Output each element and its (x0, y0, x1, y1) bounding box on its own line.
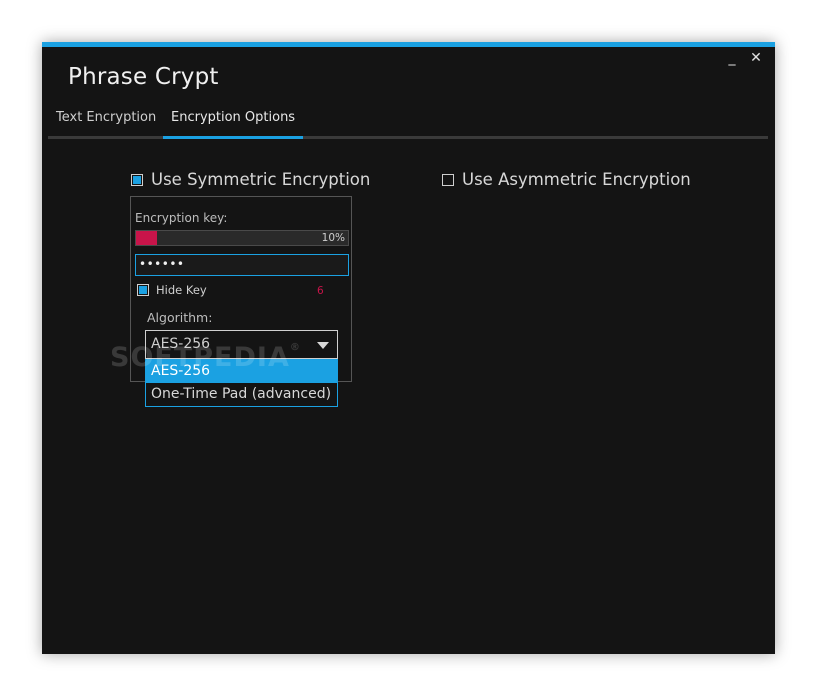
asymmetric-label: Use Asymmetric Encryption (462, 170, 691, 189)
tab-bar: Text Encryption Encryption Options (48, 108, 768, 139)
minimize-button[interactable]: _ (724, 50, 740, 66)
app-window: _ ✕ Phrase Crypt Text Encryption Encrypt… (42, 42, 775, 654)
hide-key-option[interactable]: Hide Key (137, 283, 207, 297)
key-strength-bar: 10% (135, 230, 349, 246)
chevron-down-icon[interactable] (317, 342, 329, 349)
title-accent-bar (42, 42, 775, 47)
algorithm-selected-value: AES-256 (151, 336, 211, 352)
app-title: Phrase Crypt (68, 64, 219, 90)
algorithm-label: Algorithm: (147, 310, 213, 325)
encryption-key-input[interactable]: •••••• (135, 254, 349, 276)
tab-encryption-options[interactable]: Encryption Options (163, 108, 304, 139)
close-button[interactable]: ✕ (748, 50, 764, 66)
asymmetric-checkbox[interactable] (442, 173, 454, 186)
symmetric-option[interactable]: Use Symmetric Encryption (131, 170, 370, 189)
hide-key-label: Hide Key (156, 283, 207, 297)
asymmetric-option[interactable]: Use Asymmetric Encryption (442, 170, 691, 189)
key-strength-text: 10% (321, 232, 345, 244)
symmetric-checkbox[interactable] (131, 173, 143, 186)
key-strength-fill (136, 231, 158, 245)
algorithm-select[interactable]: AES-256 (145, 330, 338, 359)
hide-key-checkbox[interactable] (137, 284, 149, 296)
algorithm-dropdown-list: AES-256 One-Time Pad (advanced) (145, 359, 338, 407)
encryption-key-label: Encryption key: (135, 211, 228, 225)
tab-text-encryption[interactable]: Text Encryption (48, 108, 164, 136)
symmetric-label: Use Symmetric Encryption (151, 170, 371, 189)
key-length-count: 6 (317, 285, 324, 297)
algorithm-option-otp[interactable]: One-Time Pad (advanced) (146, 383, 337, 406)
algorithm-option-aes[interactable]: AES-256 (146, 360, 337, 383)
